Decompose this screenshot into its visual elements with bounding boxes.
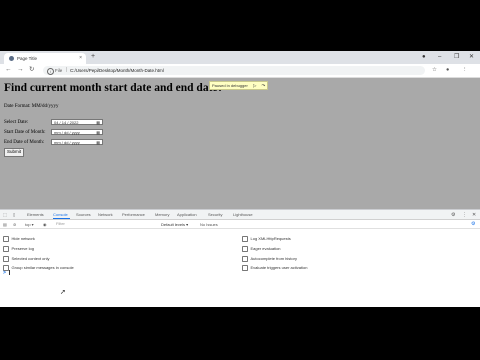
tab-close-icon[interactable]: ×: [79, 55, 82, 61]
file-scheme-label: File: [55, 67, 63, 73]
tab-elements[interactable]: Elements: [27, 212, 44, 217]
tab-memory[interactable]: Memory: [155, 212, 169, 217]
page-content: Find current month start date and end da…: [0, 78, 480, 209]
close-window-button[interactable]: ✕: [469, 53, 474, 61]
option-eager-evaluation[interactable]: Eager evaluation: [242, 246, 281, 252]
log-levels-dropdown[interactable]: Default levels ▾: [161, 222, 188, 227]
calendar-icon[interactable]: ▦: [96, 140, 100, 146]
address-separator: |: [66, 66, 68, 73]
option-autocomplete-history[interactable]: Autocomplete from history: [242, 256, 297, 262]
tab-lighthouse[interactable]: Lighthouse: [233, 212, 253, 217]
tab-title: Page Title: [17, 55, 38, 61]
profile-icon[interactable]: ●: [422, 53, 426, 61]
devtools-more-icon[interactable]: ⋮: [462, 212, 467, 218]
active-tab-indicator: [53, 218, 70, 219]
checkbox[interactable]: [242, 265, 248, 271]
option-log-xhr[interactable]: Log XMLHttpRequests: [242, 236, 291, 242]
option-group-similar[interactable]: Group similar messages in console: [3, 265, 74, 271]
console-filter-input[interactable]: [56, 221, 154, 226]
option-selected-context[interactable]: Selected context only: [3, 256, 50, 262]
console-prompt-icon: >: [3, 270, 6, 276]
start-date-input[interactable]: mm / dd / yyyy ▦: [51, 129, 103, 135]
device-toggle-icon[interactable]: ▯: [13, 212, 15, 217]
calendar-icon[interactable]: ▦: [96, 120, 100, 126]
tab-console[interactable]: Console: [53, 212, 68, 217]
tab-sources[interactable]: Sources: [76, 212, 91, 217]
step-over-icon[interactable]: ↷: [262, 83, 266, 88]
devtools-settings-icon[interactable]: ⚙: [451, 212, 455, 218]
select-date-value: 04 / 14 / 2022: [54, 120, 79, 125]
page-heading: Find current month start date and end da…: [4, 82, 224, 94]
address-bar[interactable]: i File | C:/Users/Pepi/Desktop/Month/Mon…: [43, 66, 425, 75]
context-selector[interactable]: top ▾: [25, 222, 34, 227]
mouse-cursor-icon: ➚: [60, 289, 66, 296]
start-date-value: mm / dd / yyyy: [54, 130, 80, 135]
checkbox[interactable]: [3, 246, 9, 252]
debugger-text: Paused in debugger: [212, 83, 248, 88]
select-date-input[interactable]: 04 / 14 / 2022 ▦: [51, 119, 103, 125]
account-icon[interactable]: ●: [446, 67, 449, 74]
reload-button[interactable]: ↻: [29, 66, 34, 74]
console-settings-icon[interactable]: ⚙: [471, 221, 475, 227]
checkbox[interactable]: [242, 256, 248, 262]
info-icon[interactable]: i: [47, 67, 54, 75]
checkbox[interactable]: [3, 256, 9, 262]
option-preserve-log[interactable]: Preserve log: [3, 246, 34, 252]
checkbox[interactable]: [242, 246, 248, 252]
sidebar-toggle-icon[interactable]: ▤: [3, 222, 7, 227]
calendar-icon[interactable]: ▦: [96, 130, 100, 136]
checkbox[interactable]: [242, 236, 248, 242]
tab-application[interactable]: Application: [177, 212, 197, 217]
forward-button[interactable]: →: [17, 66, 24, 74]
url-text[interactable]: C:/Users/Pepi/Desktop/Month/Month-Date.h…: [70, 68, 164, 73]
start-date-label: Start Date of Month:: [4, 130, 46, 135]
tab-security[interactable]: Security: [208, 212, 222, 217]
end-date-input[interactable]: mm / dd / yyyy ▦: [51, 139, 103, 145]
live-expression-eye-icon[interactable]: ◉: [43, 222, 47, 227]
date-format-text: Date Format: MM/dd/yyyy: [4, 104, 59, 109]
maximize-button[interactable]: ❐: [454, 53, 459, 61]
end-date-label: End Date of Month:: [4, 140, 45, 145]
devtools-close-icon[interactable]: ✕: [472, 212, 476, 218]
devtools-panel: ⬚ ▯ Elements Console Sources Network Per…: [0, 209, 480, 307]
console-input-caret[interactable]: [9, 270, 10, 275]
option-hide-network[interactable]: Hide network: [3, 236, 35, 242]
end-date-value: mm / dd / yyyy: [54, 140, 80, 145]
resume-icon[interactable]: ▷: [253, 83, 256, 88]
browser-tab[interactable]: Page Title ×: [4, 53, 86, 64]
tab-network[interactable]: Network: [98, 212, 113, 217]
console-toolbar: ▤ ⊘ top ▾ ◉ Default levels ▾ No Issues ⚙: [0, 220, 480, 229]
select-date-label: Select Date:: [4, 120, 29, 125]
inspect-icon[interactable]: ⬚: [3, 212, 7, 217]
devtools-tab-bar: ⬚ ▯ Elements Console Sources Network Per…: [0, 210, 480, 220]
minimize-button[interactable]: –: [438, 53, 441, 61]
tab-performance[interactable]: Performance: [122, 212, 145, 217]
new-tab-button[interactable]: +: [91, 53, 95, 61]
clear-console-icon[interactable]: ⊘: [13, 222, 16, 227]
submit-button[interactable]: Submit: [4, 148, 25, 157]
favicon-icon: [9, 56, 14, 61]
address-toolbar: ← → ↻ i File | C:/Users/Pepi/Desktop/Mon…: [0, 64, 480, 78]
option-evaluate-triggers[interactable]: Evaluate triggers user activation: [242, 265, 307, 271]
star-icon[interactable]: ☆: [432, 67, 437, 74]
issues-counter[interactable]: No Issues: [200, 222, 218, 227]
browser-window: Page Title × + ● – ❐ ✕ ← → ↻ i File | C:…: [0, 51, 480, 307]
paused-in-debugger-banner: Paused in debugger ▷ ↷: [209, 81, 269, 90]
checkbox[interactable]: [3, 236, 9, 242]
back-button[interactable]: ←: [5, 66, 12, 74]
browser-menu-icon[interactable]: ⋮: [462, 67, 468, 74]
tab-strip: Page Title × + ● – ❐ ✕: [0, 51, 480, 64]
